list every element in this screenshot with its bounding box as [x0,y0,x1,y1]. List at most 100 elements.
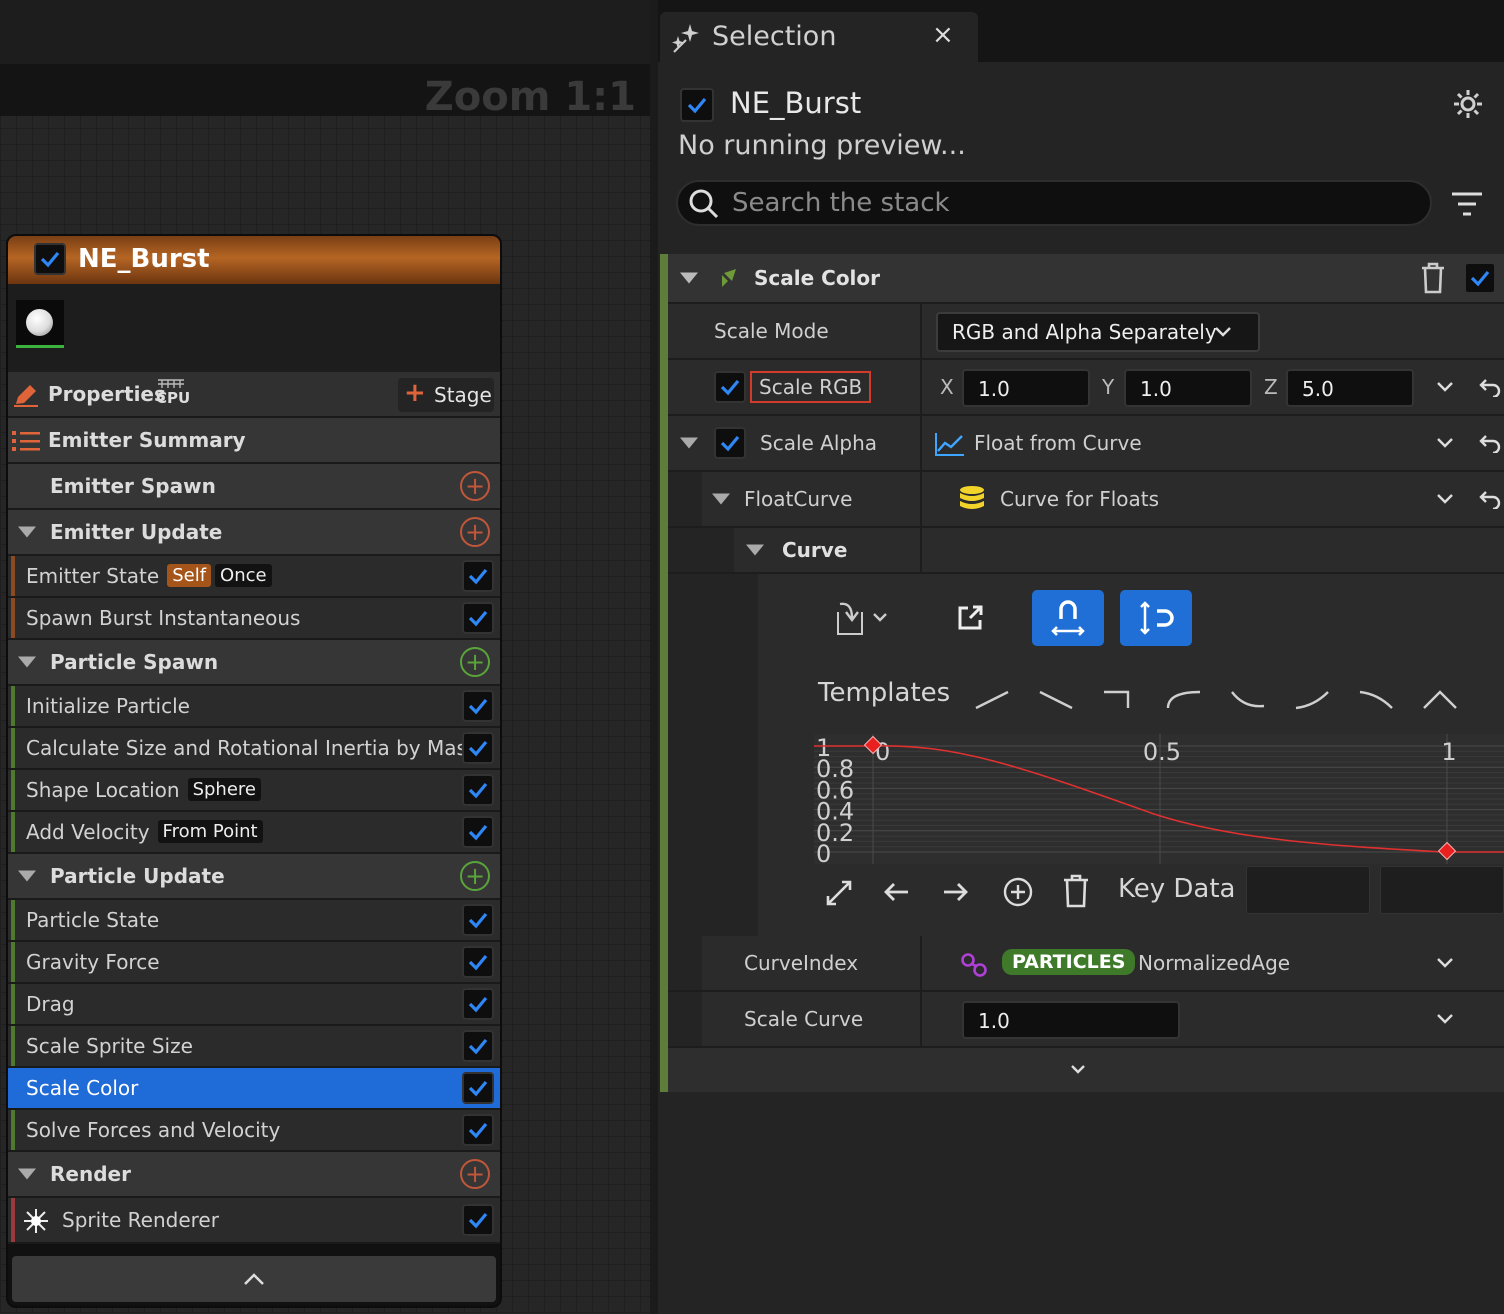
scale-curve-field[interactable]: 1.0 [962,1001,1180,1039]
section-emitter-spawn[interactable]: Emitter Spawn + [8,464,500,510]
graph-canvas[interactable]: Zoom 1:1 NE_Burst Properties CPU + Stage [0,0,650,1314]
scale-mode-dropdown[interactable]: RGB and Alpha Separately [936,312,1260,352]
fit-view-icon[interactable] [824,878,854,908]
module-header-scale-color[interactable]: Scale Color [668,254,1504,304]
selection-enable-checkbox[interactable] [680,88,714,122]
tab-close-button[interactable]: × [932,20,954,50]
key-value-field[interactable] [1380,866,1504,914]
filter-icon[interactable] [1450,190,1484,218]
collapse-arrow-icon[interactable] [18,656,36,668]
collapse-arrow-icon[interactable] [18,870,36,882]
gear-icon[interactable] [1452,88,1484,120]
module-enable-checkbox[interactable] [462,1030,494,1062]
module-enable-checkbox[interactable] [462,988,494,1020]
float-curve-value[interactable]: Curve for Floats [1000,487,1159,511]
checkmark-icon [468,698,488,715]
module-gravity-force[interactable]: Gravity Force [8,942,500,984]
param-scale-alpha: Scale Alpha Float from Curve [668,416,1504,472]
z-field[interactable]: 5.0 [1286,369,1414,407]
section-emitter-update[interactable]: Emitter Update + [8,510,500,556]
chevron-down-icon[interactable] [1436,437,1454,449]
template-peak-icon [1423,690,1457,709]
add-module-icon[interactable]: + [460,647,490,677]
section-emitter-summary[interactable]: Emitter Summary [8,418,500,464]
snap-vertical-button[interactable] [1120,590,1192,646]
trash-icon[interactable] [1420,262,1446,294]
add-renderer-icon[interactable]: + [460,1159,490,1189]
module-scale-sprite-size[interactable]: Scale Sprite Size [8,1026,500,1068]
snap-horizontal-button[interactable] [1032,590,1104,646]
collapse-arrow-icon[interactable] [680,272,698,284]
module-spawn-burst[interactable]: Spawn Burst Instantaneous [8,598,500,640]
curve-tangent-dropdown[interactable] [830,598,890,638]
chevron-down-icon[interactable] [1436,381,1454,393]
module-particle-state[interactable]: Particle State [8,900,500,942]
emitter-node[interactable]: NE_Burst Properties CPU + Stage Emitter … [6,234,502,1308]
collapse-arrow-icon[interactable] [18,526,36,538]
y-field[interactable]: 1.0 [1124,369,1252,407]
module-enable-checkbox[interactable] [462,732,494,764]
reset-arrow-icon[interactable] [1478,377,1502,397]
module-solve-forces[interactable]: Solve Forces and Velocity [8,1110,500,1152]
collapse-arrow-icon[interactable] [680,437,698,449]
scale-alpha-checkbox[interactable] [714,427,746,459]
module-stack: Scale Color Scale Mode RGB and Alpha Sep… [660,254,1504,1092]
emitter-thumbnail[interactable] [16,300,64,348]
module-expand-footer[interactable] [668,1048,1504,1092]
section-render[interactable]: Render + [8,1152,500,1198]
module-enable-checkbox[interactable] [462,774,494,806]
module-enable-checkbox[interactable] [462,904,494,936]
add-module-icon[interactable]: + [460,471,490,501]
module-enable-checkbox[interactable] [462,816,494,848]
module-enable-checkbox[interactable] [1464,262,1496,294]
scale-rgb-checkbox[interactable] [714,371,746,403]
curve-graph[interactable]: 10.80.60.40.20 0 0.5 1 [814,734,1504,864]
reset-arrow-icon[interactable] [1478,489,1502,509]
chevron-down-icon[interactable] [1436,1013,1454,1025]
module-enable-checkbox[interactable] [462,690,494,722]
properties-row[interactable]: Properties CPU + Stage [8,372,500,418]
stack-search[interactable] [676,180,1432,226]
renderer-enable-checkbox[interactable] [462,1204,494,1236]
module-drag[interactable]: Drag [8,984,500,1026]
curve-templates-row[interactable] [974,678,1474,712]
module-emitter-state[interactable]: Emitter State Self Once [8,556,500,598]
arrow-left-icon[interactable] [882,880,912,904]
chevron-down-icon[interactable] [1436,957,1454,969]
curve-chart-icon [935,433,964,456]
module-enable-checkbox[interactable] [462,602,494,634]
emitter-enable-checkbox[interactable] [34,243,66,275]
x-field[interactable]: 1.0 [962,369,1090,407]
curve-index-value[interactable]: NormalizedAge [1138,951,1290,975]
module-initialize-particle[interactable]: Initialize Particle [8,686,500,728]
add-module-icon[interactable]: + [460,517,490,547]
module-add-velocity[interactable]: Add Velocity From Point [8,812,500,854]
add-key-icon[interactable] [1002,876,1034,908]
section-particle-update[interactable]: Particle Update + [8,854,500,900]
section-particle-spawn[interactable]: Particle Spawn + [8,640,500,686]
collapse-node-button[interactable] [12,1256,496,1302]
collapse-arrow-icon[interactable] [746,544,764,556]
add-module-icon[interactable]: + [460,861,490,891]
collapse-arrow-icon[interactable] [18,1168,36,1180]
arrow-right-icon[interactable] [940,880,970,904]
module-enable-checkbox[interactable] [462,1072,494,1104]
module-enable-checkbox[interactable] [462,1114,494,1146]
reset-arrow-icon[interactable] [1478,433,1502,453]
tab-selection[interactable]: Selection × [660,12,978,62]
key-time-field[interactable] [1246,866,1370,914]
delete-key-icon[interactable] [1062,874,1090,908]
collapse-arrow-icon[interactable] [712,493,730,505]
scale-alpha-value[interactable]: Float from Curve [974,431,1142,455]
module-shape-location[interactable]: Shape Location Sphere [8,770,500,812]
module-enable-checkbox[interactable] [462,946,494,978]
module-calc-size[interactable]: Calculate Size and Rotational Inertia by… [8,728,500,770]
renderer-sprite[interactable]: Sprite Renderer [8,1198,500,1244]
chevron-down-icon[interactable] [1436,493,1454,505]
emitter-node-header[interactable]: NE_Burst [8,236,500,284]
open-external-icon[interactable] [956,604,984,632]
module-enable-checkbox[interactable] [462,560,494,592]
search-input[interactable] [732,186,1412,220]
add-stage-button[interactable]: + Stage [398,378,494,412]
module-scale-color[interactable]: Scale Color [8,1068,500,1110]
